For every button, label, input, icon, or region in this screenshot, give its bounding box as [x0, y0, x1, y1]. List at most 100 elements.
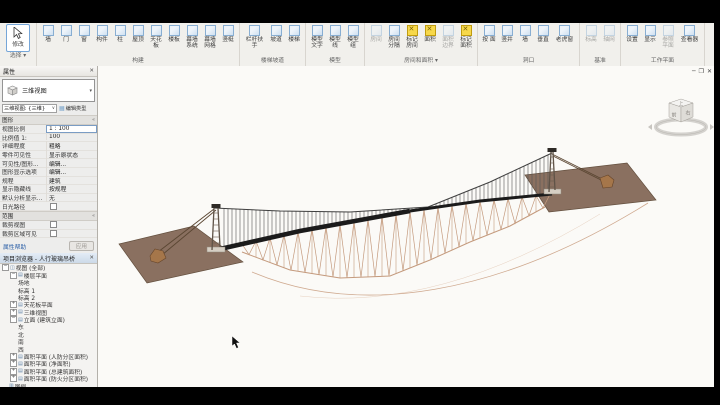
- ribbon-item-icon: [663, 25, 674, 36]
- ribbon-item-4-3[interactable]: 垂直: [534, 24, 552, 43]
- ribbon-group-label[interactable]: 工作平面: [621, 57, 704, 66]
- viewcube-rotate-left-icon: [648, 124, 652, 130]
- modify-button[interactable]: 修改: [6, 24, 30, 52]
- ribbon-item-5-1[interactable]: 轴网: [600, 24, 618, 43]
- ribbon-group-label[interactable]: 洞口: [478, 57, 579, 66]
- tree-expand-icon[interactable]: +: [10, 360, 17, 367]
- folder-icon: ▤: [18, 361, 23, 367]
- ribbon-item-icon: [502, 25, 513, 36]
- 3d-view-canvas[interactable]: ─ ❐ ✕ 上 前 右: [98, 66, 714, 387]
- ribbon-group-label[interactable]: 构建: [37, 57, 239, 66]
- tree-expand-icon[interactable]: +: [10, 301, 17, 308]
- tree-item-label: 图例: [15, 382, 27, 387]
- tree-expand-icon[interactable]: +: [10, 309, 17, 316]
- select-panel-label[interactable]: 选择 ▾: [0, 52, 36, 61]
- properties-help-link[interactable]: 属性帮助: [3, 242, 26, 251]
- ribbon-item-6-1[interactable]: 显示: [641, 24, 659, 43]
- tree-item-2[interactable]: 场地: [0, 279, 97, 286]
- ribbon-item-icon: [484, 25, 495, 36]
- view-combo-arrow-icon: ∨: [52, 106, 55, 111]
- ribbon-item-label: 幕墙 网格: [202, 37, 218, 50]
- ribbon-item-3-3[interactable]: 面积: [421, 24, 439, 43]
- viewcube[interactable]: 上 前 右: [648, 99, 714, 135]
- ribbon-item-3-5[interactable]: 标记 面积: [457, 24, 475, 50]
- ribbon-item-2-0[interactable]: 模型 文字: [308, 24, 326, 50]
- ribbon-item-0-7[interactable]: 楼板: [165, 24, 183, 43]
- tree-collapse-icon[interactable]: −: [10, 316, 17, 323]
- ribbon-item-6-3[interactable]: 查看器: [677, 24, 702, 43]
- ribbon-item-1-1[interactable]: 坡道: [267, 24, 285, 43]
- ribbon-item-0-5[interactable]: 屋顶: [129, 24, 147, 43]
- ribbon-item-icon: [389, 25, 400, 36]
- ribbon-item-6-0[interactable]: 设置: [623, 24, 641, 43]
- ribbon-item-3-1[interactable]: 房间 分隔: [385, 24, 403, 50]
- property-checkbox[interactable]: [50, 221, 57, 228]
- ribbon-item-3-2[interactable]: 标记 房间: [403, 24, 421, 50]
- tree-item-8[interactable]: 东: [0, 323, 97, 330]
- ribbon-group-label[interactable]: 模型: [306, 57, 364, 66]
- property-value[interactable]: 无: [46, 193, 97, 202]
- ribbon-item-0-9[interactable]: 幕墙 网格: [201, 24, 219, 50]
- ribbon-item-icon: [443, 25, 454, 36]
- tree-item-0[interactable]: −◫视图 (全部): [0, 264, 97, 271]
- ribbon-item-0-3[interactable]: 构件: [93, 24, 111, 43]
- tree-item-label: 立面 (建筑立面): [24, 315, 65, 324]
- ribbon-item-5-0[interactable]: 标高: [582, 24, 600, 43]
- ribbon-item-3-0[interactable]: 房间: [367, 24, 385, 43]
- ribbon-item-0-1[interactable]: 门: [57, 24, 75, 43]
- ribbon-item-1-2[interactable]: 楼梯: [285, 24, 303, 43]
- mouse-cursor: [232, 336, 240, 349]
- ribbon-item-icon: [187, 25, 198, 36]
- project-browser-close-icon[interactable]: ✕: [89, 255, 94, 261]
- tree-item-3[interactable]: 标高 1: [0, 286, 97, 293]
- property-checkbox[interactable]: [50, 203, 57, 210]
- ribbon-group-label[interactable]: 基准: [580, 57, 620, 66]
- ribbon-item-2-1[interactable]: 模型 线: [326, 24, 344, 50]
- tree-expand-icon[interactable]: +: [10, 368, 17, 375]
- property-value[interactable]: 1 : 100: [46, 125, 97, 134]
- project-browser-titlebar[interactable]: 项目浏览器 - 人行玻璃吊桥 ✕: [0, 253, 97, 264]
- type-selector-dropdown-icon[interactable]: ▾: [89, 88, 92, 94]
- tree-item-9[interactable]: 北: [0, 331, 97, 338]
- property-value[interactable]: 100: [46, 134, 97, 140]
- ribbon-group-label[interactable]: 房间和面积 ▾: [365, 57, 477, 66]
- ribbon-item-4-0[interactable]: 按 面: [480, 24, 498, 43]
- ribbon-item-0-2[interactable]: 窗: [75, 24, 93, 43]
- tree-expand-icon[interactable]: +: [10, 353, 17, 360]
- ribbon-group-label[interactable]: 楼梯坡道: [240, 57, 305, 66]
- ribbon-item-0-8[interactable]: 幕墙 系统: [183, 24, 201, 50]
- project-browser-title: 项目浏览器 - 人行玻璃吊桥: [3, 254, 89, 263]
- apply-button[interactable]: 应用: [69, 241, 94, 251]
- ribbon-item-icon: [586, 25, 597, 36]
- ribbon-item-1-0[interactable]: 栏杆扶手: [242, 24, 267, 50]
- edit-type-button[interactable]: ▦ 编辑类型: [59, 104, 95, 113]
- ribbon-item-2-2[interactable]: 模型 组: [344, 24, 362, 50]
- view-filter-combo[interactable]: 三维视图: {三维} ∨: [2, 104, 57, 113]
- tree-item-1[interactable]: −▤楼层平面: [0, 272, 97, 279]
- ribbon-item-label: 模型 文字: [309, 37, 325, 50]
- tree-collapse-icon[interactable]: −: [2, 264, 9, 271]
- tree-item-7[interactable]: −▤立面 (建筑立面): [0, 316, 97, 323]
- properties-close-icon[interactable]: ✕: [89, 68, 94, 74]
- ribbon-item-0-4[interactable]: 柱: [111, 24, 129, 43]
- ribbon-item-0-0[interactable]: 墙: [39, 24, 57, 43]
- properties-titlebar[interactable]: 属性 ✕: [0, 66, 97, 77]
- ribbon-item-label: 柱: [117, 37, 123, 43]
- tree-item-5[interactable]: +▤天花板平面: [0, 301, 97, 308]
- ribbon-item-3-4[interactable]: 面积 边界: [439, 24, 457, 50]
- property-checkbox[interactable]: [50, 230, 57, 237]
- type-selector[interactable]: 三维视图 ▾: [2, 79, 95, 102]
- ribbon-item-icon: [61, 25, 72, 36]
- 3d-view-icon: [6, 84, 19, 97]
- ribbon-item-0-10[interactable]: 竖梃: [219, 24, 237, 43]
- ribbon-item-icon: [425, 25, 436, 36]
- tree-collapse-icon[interactable]: −: [10, 272, 17, 279]
- ribbon-item-6-2[interactable]: 参照 平面: [659, 24, 677, 50]
- ribbon-item-0-6[interactable]: 天花板: [147, 24, 165, 50]
- ribbon-item-4-1[interactable]: 竖井: [498, 24, 516, 43]
- ribbon-group-6: 设置显示参照 平面查看器 工作平面: [621, 23, 705, 66]
- ribbon-item-4-4[interactable]: 老虎窗: [552, 24, 577, 43]
- properties-title: 属性: [3, 67, 89, 76]
- ribbon-item-4-2[interactable]: 墙: [516, 24, 534, 43]
- tree-item-10[interactable]: 南: [0, 338, 97, 345]
